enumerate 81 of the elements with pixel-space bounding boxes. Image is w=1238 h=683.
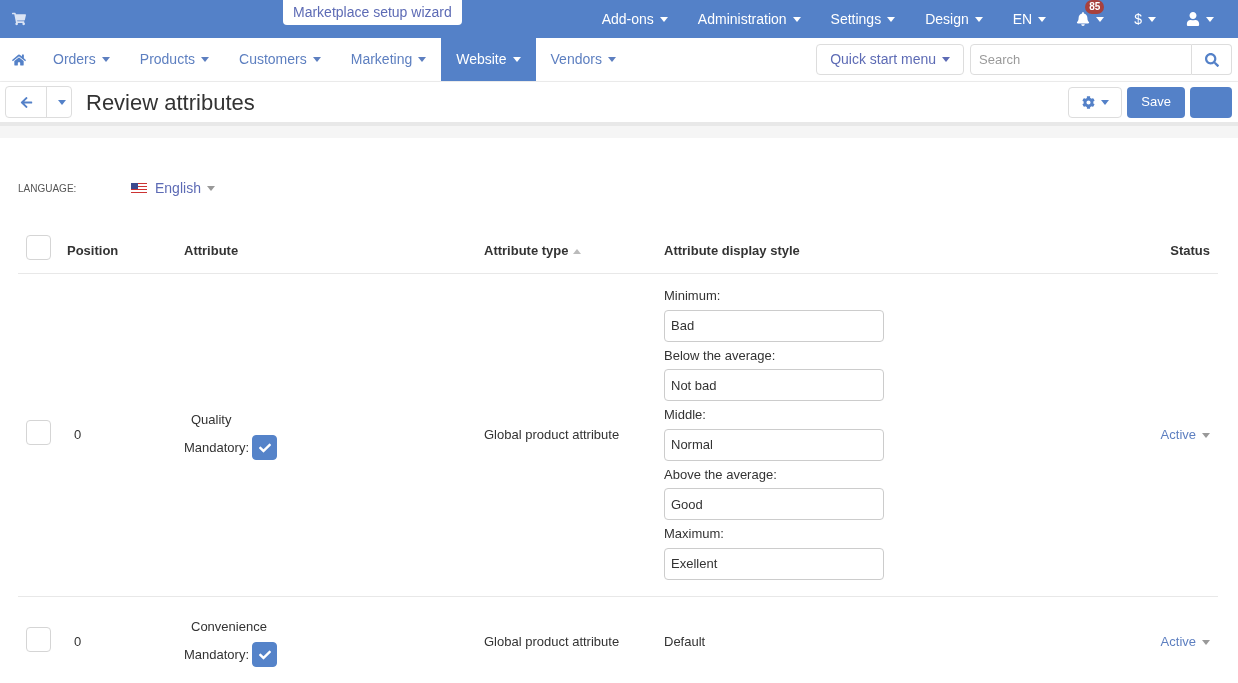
attribute-name: Quality <box>190 410 233 429</box>
top-menu[interactable]: Add-ons <box>586 8 683 30</box>
column-header[interactable]: Attribute <box>184 240 484 261</box>
attribute-type: Global product attribute <box>484 426 621 444</box>
check-icon <box>258 648 271 661</box>
input-field[interactable]: Normal <box>664 428 884 461</box>
display-style: Default <box>664 634 706 649</box>
caret-icon <box>607 57 616 62</box>
caret-icon <box>418 57 427 62</box>
save-button[interactable]: Save <box>1127 86 1185 118</box>
check-icon <box>258 441 271 454</box>
field-label: Below the average: <box>664 346 777 365</box>
attribute-type: Global product attribute <box>484 633 621 651</box>
arrow-left-icon <box>19 95 33 109</box>
caret-icon <box>1202 433 1210 439</box>
position-cell-text: 0 <box>73 426 83 444</box>
nav-tab[interactable]: Orders <box>38 38 125 81</box>
checkbox[interactable] <box>252 435 278 460</box>
language-label: LANGUAGE: <box>18 181 78 196</box>
nav-tab[interactable]: Customers <box>224 38 336 81</box>
caret-icon <box>1148 17 1156 23</box>
caret-icon <box>512 57 521 62</box>
input-field[interactable]: Exellent <box>664 547 884 580</box>
caret-icon <box>792 17 801 23</box>
caret-icon <box>887 17 896 23</box>
position-cell-text: 0 <box>73 633 83 651</box>
input-field[interactable]: Good <box>664 488 884 520</box>
mandatory-label: Mandatory: <box>184 438 250 457</box>
caret-icon <box>1202 640 1210 646</box>
top-menu[interactable]: EN <box>997 8 1062 30</box>
caret-icon <box>1038 17 1047 23</box>
more-button[interactable] <box>1190 86 1232 118</box>
caret-icon <box>659 17 668 23</box>
search-button[interactable] <box>1192 44 1232 75</box>
caret-icon <box>1100 99 1109 105</box>
mandatory-label: Mandatory: <box>184 645 250 664</box>
currency-menu[interactable]: $ <box>1119 8 1171 30</box>
field-label: Middle: <box>664 406 707 424</box>
gear-icon <box>1081 95 1095 109</box>
caret-icon <box>942 57 950 62</box>
settings-button[interactable] <box>1068 86 1123 118</box>
nav-tab[interactable]: Marketing <box>335 38 442 81</box>
caret-icon <box>206 186 215 192</box>
column-header[interactable]: Status <box>1098 240 1218 261</box>
caret-icon <box>1096 16 1105 22</box>
checkbox[interactable] <box>252 642 278 667</box>
page-title: Review attributes <box>86 88 255 117</box>
status-dropdown[interactable]: Active <box>1160 634 1210 649</box>
input-field[interactable]: Bad <box>664 309 884 342</box>
user-icon[interactable] <box>1186 12 1200 26</box>
wizard-button[interactable]: Marketplace setup wizard <box>283 0 462 25</box>
input-field[interactable]: Not bad <box>664 369 884 401</box>
caret-icon <box>58 99 66 105</box>
caret-icon <box>312 57 321 62</box>
status-dropdown[interactable]: Active <box>1160 427 1210 442</box>
top-menu[interactable]: Settings <box>815 8 911 30</box>
field-label: Minimum: <box>664 287 722 305</box>
bell-icon[interactable] <box>1076 12 1091 26</box>
home-icon[interactable] <box>12 52 26 67</box>
language-dropdown[interactable]: English <box>155 177 215 199</box>
column-header[interactable]: Attribute display style <box>664 240 1098 261</box>
field-label: Above the average: <box>664 465 778 484</box>
caret-icon <box>974 17 983 23</box>
search-icon <box>1204 52 1219 67</box>
attribute-name: Convenience <box>190 617 268 636</box>
caret-icon <box>1206 16 1214 22</box>
search-field[interactable]: Search <box>970 44 1192 75</box>
cart-icon[interactable] <box>12 12 26 26</box>
nav-tab[interactable]: Website <box>441 38 536 81</box>
quick-start-button[interactable]: Quick start menu <box>816 44 964 75</box>
top-menu[interactable]: Design <box>910 8 998 30</box>
notification-badge: 85 <box>1085 0 1105 14</box>
top-menu[interactable]: Administration <box>682 8 816 30</box>
caret-icon <box>101 57 110 62</box>
nav-tab[interactable]: Vendors <box>535 38 631 81</box>
column-header[interactable]: Position <box>67 240 184 261</box>
field-label: Maximum: <box>664 525 725 543</box>
nav-tab[interactable]: Products <box>124 38 225 81</box>
column-header[interactable]: Attribute type <box>484 240 664 261</box>
caret-icon <box>201 57 210 62</box>
flag-icon <box>131 182 147 194</box>
